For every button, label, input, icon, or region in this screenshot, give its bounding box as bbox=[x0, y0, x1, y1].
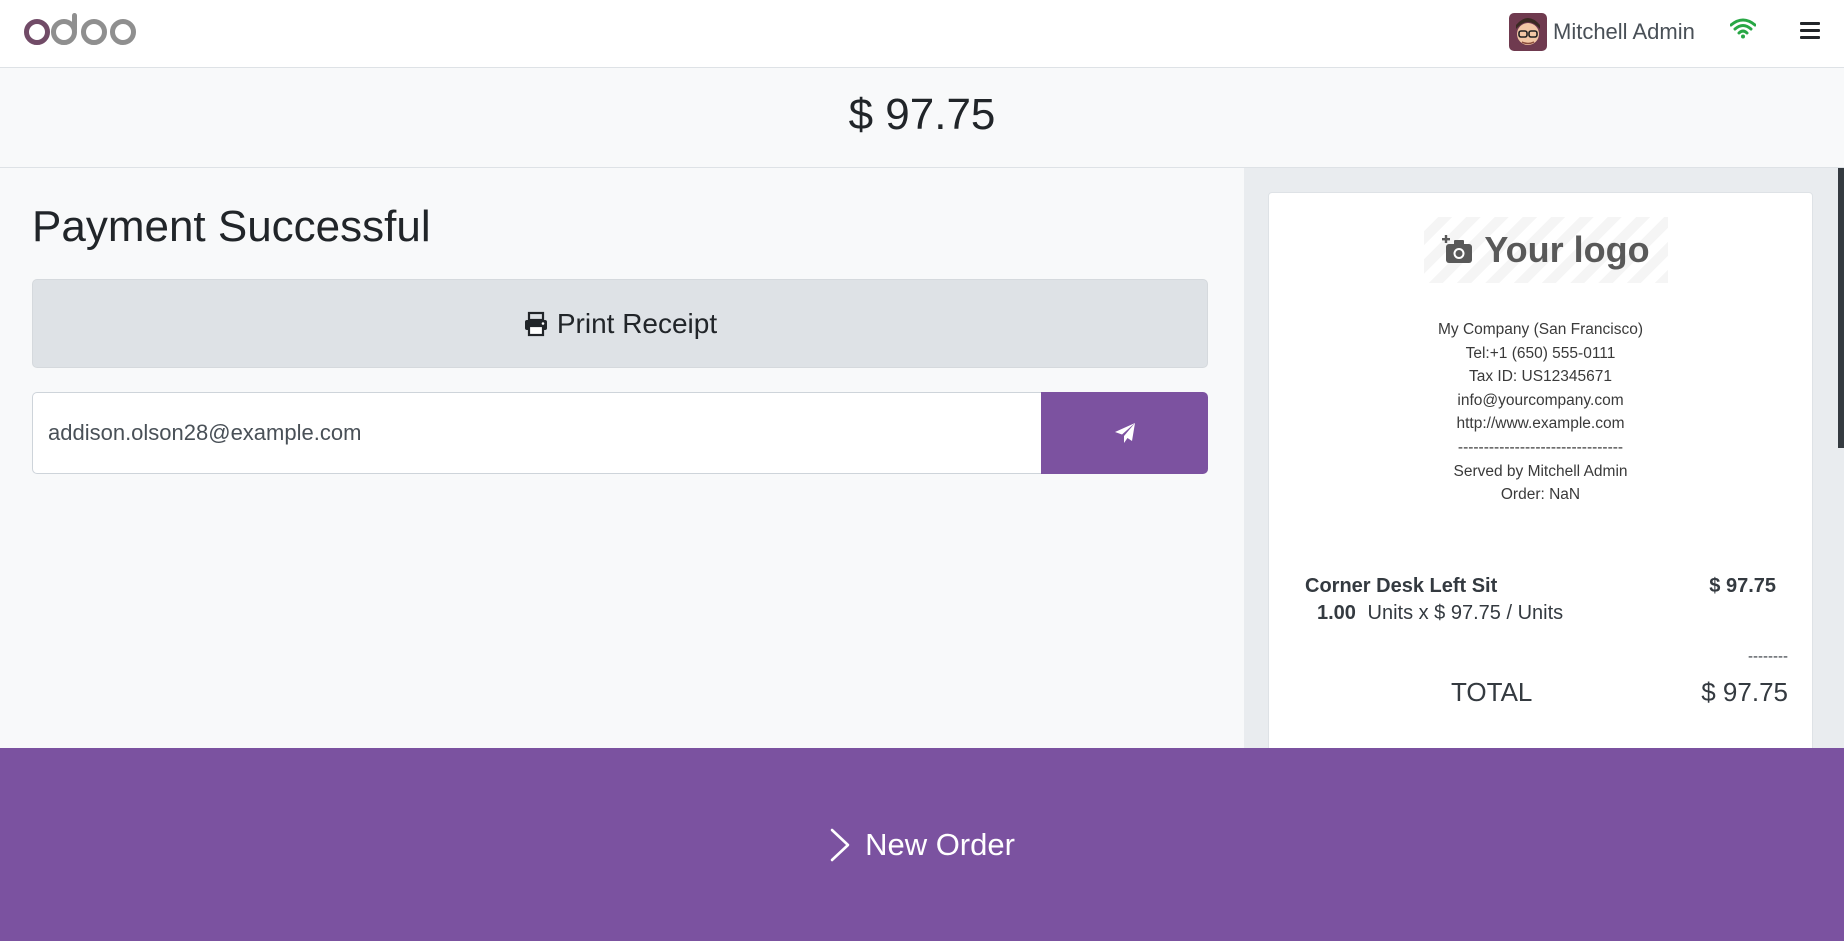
total-divider: -------- bbox=[1748, 648, 1788, 665]
user-menu[interactable]: Mitchell Admin bbox=[1509, 13, 1695, 51]
payment-title: Payment Successful bbox=[32, 202, 431, 251]
company-email: info@yourcompany.com bbox=[1457, 391, 1624, 409]
amount-header: $ 97.75 bbox=[0, 68, 1844, 168]
company-tax-id: Tax ID: US12345671 bbox=[1468, 368, 1613, 386]
company-name: My Company (San Francisco) bbox=[1437, 321, 1643, 338]
company-phone: Tel:+1 (650) 555-0111 bbox=[1465, 344, 1616, 362]
company-logo-placeholder: Your logo bbox=[1424, 217, 1668, 283]
item-name: Corner Desk Left Sit bbox=[1305, 575, 1498, 597]
navbar: Mitchell Admin bbox=[0, 0, 1844, 68]
email-input[interactable] bbox=[32, 392, 1041, 474]
user-name: Mitchell Admin bbox=[1553, 19, 1695, 44]
avatar bbox=[1509, 13, 1547, 51]
item-detail: 1.00 Units x $ 97.75 / Units bbox=[1317, 602, 1776, 625]
receipt-line-item: Corner Desk Left Sit $ 97.75 1.00 Units … bbox=[1305, 575, 1776, 625]
company-website: http://www.example.com bbox=[1456, 415, 1625, 433]
item-price: $ 97.75 bbox=[1709, 575, 1776, 597]
new-order-label: New Order bbox=[865, 826, 1015, 862]
print-receipt-label: Print Receipt bbox=[556, 307, 718, 339]
camera-plus-icon bbox=[1442, 235, 1473, 263]
print-receipt-button[interactable]: Print Receipt bbox=[32, 279, 1208, 368]
logo-text: Your logo bbox=[1484, 229, 1650, 270]
new-order-button[interactable]: New Order bbox=[0, 748, 1844, 941]
menu-icon[interactable] bbox=[1800, 22, 1820, 42]
email-receipt-form bbox=[32, 392, 1208, 474]
paper-plane-icon bbox=[1114, 423, 1135, 443]
order-ref: Order: NaN bbox=[1500, 486, 1581, 504]
total-value: $ 97.75 bbox=[1701, 677, 1788, 707]
receipt-pane: Your logo My Company (San Francisco) Tel… bbox=[1244, 168, 1844, 752]
item-qty: 1.00 bbox=[1317, 602, 1356, 624]
chevron-right-icon bbox=[830, 828, 850, 861]
odoo-logo[interactable] bbox=[24, 12, 139, 52]
total-label: TOTAL bbox=[1451, 677, 1533, 707]
send-email-button[interactable] bbox=[1041, 392, 1208, 474]
item-unit-price: Units x $ 97.75 / Units bbox=[1367, 602, 1564, 624]
payment-pane: Payment Successful Print Receipt bbox=[0, 168, 1244, 748]
receipt-divider: -------------------------------- bbox=[1457, 438, 1624, 456]
receipt: Your logo My Company (San Francisco) Tel… bbox=[1268, 192, 1813, 752]
company-info: My Company (San Francisco) Tel:+1 (650) … bbox=[1269, 318, 1812, 507]
receipt-scrollbar[interactable] bbox=[1838, 168, 1844, 748]
total-amount: $ 97.75 bbox=[848, 90, 996, 139]
printer-icon bbox=[524, 311, 547, 336]
wifi-icon[interactable] bbox=[1730, 17, 1756, 39]
served-by: Served by Mitchell Admin bbox=[1453, 462, 1628, 480]
